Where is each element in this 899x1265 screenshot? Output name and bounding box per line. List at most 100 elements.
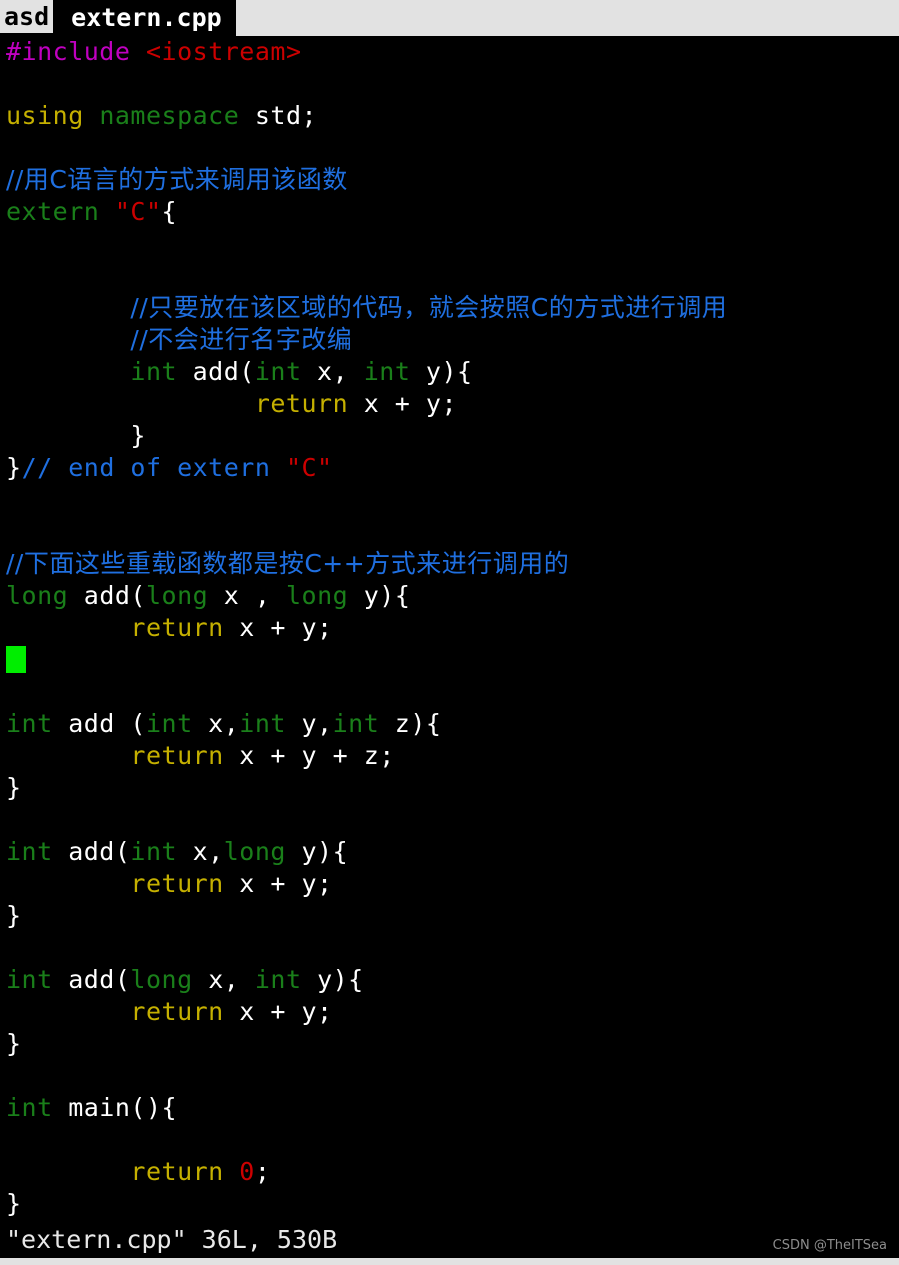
code-line[interactable]: int add(int x, int y){	[0, 356, 899, 388]
code-token: int	[239, 709, 286, 738]
code-line[interactable]: return 0;	[0, 1156, 899, 1188]
code-line[interactable]: int add(long x, int y){	[0, 964, 899, 996]
code-line[interactable]	[0, 1124, 899, 1156]
code-token: int	[6, 837, 53, 866]
tab-asd[interactable]: asd	[0, 0, 54, 36]
code-token: main(){	[52, 1093, 178, 1122]
code-token: }	[6, 901, 22, 930]
code-token: "C"	[114, 197, 162, 226]
code-token: add(	[177, 357, 255, 386]
code-line[interactable]	[0, 484, 899, 516]
code-line[interactable]: //只要放在该区域的代码，就会按照C的方式进行调用	[0, 292, 899, 324]
code-token: x + y;	[223, 997, 333, 1026]
code-line[interactable]: }	[0, 900, 899, 932]
code-token: // end of extern	[21, 453, 286, 482]
code-token: y){	[348, 581, 411, 610]
code-token: x,	[301, 357, 364, 386]
bottom-edge-strip	[0, 1258, 899, 1265]
code-token: y,	[285, 709, 333, 738]
tabline[interactable]: asd extern.cpp	[0, 0, 899, 36]
code-token: int	[254, 357, 302, 386]
code-token: }	[6, 773, 22, 802]
code-line[interactable]: int add(int x,long y){	[0, 836, 899, 868]
code-line[interactable]: return x + y;	[0, 612, 899, 644]
tabline-filler	[235, 0, 899, 36]
code-token: return	[130, 869, 224, 898]
code-line[interactable]: }	[0, 644, 899, 676]
code-token: x ,	[208, 581, 286, 610]
code-token: add(	[68, 581, 146, 610]
code-line[interactable]: //用C语言的方式来调用该函数	[0, 164, 899, 196]
code-line[interactable]: }// end of extern "C"	[0, 452, 899, 484]
code-token: }	[6, 1029, 22, 1058]
code-token: int	[6, 1093, 53, 1122]
code-token: }	[6, 453, 22, 482]
code-token: <iostream>	[145, 37, 302, 66]
code-token: 0	[239, 1157, 255, 1186]
code-line[interactable]: int add (int x,int y,int z){	[0, 708, 899, 740]
code-token: int	[332, 709, 380, 738]
code-token: //用C语言的方式来调用该函数	[6, 165, 348, 194]
code-line[interactable]	[0, 804, 899, 836]
code-line[interactable]: }	[0, 1188, 899, 1220]
code-token: return	[130, 613, 224, 642]
code-token: //只要放在该区域的代码，就会按照C的方式进行调用	[130, 293, 728, 322]
code-token: x,	[192, 965, 255, 994]
code-line[interactable]	[0, 516, 899, 548]
code-line[interactable]	[0, 132, 899, 164]
code-token: namespace	[99, 101, 240, 130]
code-line[interactable]	[0, 676, 899, 708]
code-line[interactable]: using namespace std;	[0, 100, 899, 132]
status-line: "extern.cpp" 36L, 530B	[0, 1222, 899, 1258]
code-line[interactable]: }	[0, 772, 899, 804]
code-token: add (	[52, 709, 146, 738]
code-line[interactable]	[0, 932, 899, 964]
code-token: }	[6, 421, 146, 450]
code-line[interactable]	[0, 228, 899, 260]
code-line[interactable]: }	[0, 1028, 899, 1060]
code-token: {	[161, 197, 178, 226]
code-token: }	[6, 1189, 22, 1218]
code-token: extern	[6, 197, 100, 226]
code-token: int	[254, 965, 302, 994]
code-token: y){	[285, 837, 349, 866]
code-line[interactable]: extern "C"{	[0, 196, 899, 228]
code-line[interactable]: return x + y;	[0, 388, 899, 420]
code-line[interactable]: return x + y;	[0, 868, 899, 900]
code-token: x + y;	[223, 869, 333, 898]
code-line[interactable]: //下面这些重载函数都是按C++方式来进行调用的	[0, 548, 899, 580]
code-line[interactable]: return x + y;	[0, 996, 899, 1028]
code-line[interactable]	[0, 260, 899, 292]
code-token: int	[145, 709, 193, 738]
code-token: add(	[52, 837, 131, 866]
code-line[interactable]: //不会进行名字改编	[0, 324, 899, 356]
code-line[interactable]	[0, 68, 899, 100]
code-token: x + y;	[223, 613, 333, 642]
code-line[interactable]: long add(long x , long y){	[0, 580, 899, 612]
text-buffer[interactable]: #include <iostream> using namespace std;…	[0, 36, 899, 1250]
code-token: int	[130, 357, 178, 386]
code-line[interactable]: #include <iostream>	[0, 36, 899, 68]
code-line[interactable]: int main(){	[0, 1092, 899, 1124]
code-token: int	[6, 965, 53, 994]
code-token: int	[6, 709, 53, 738]
tab-extern-cpp[interactable]: extern.cpp	[53, 0, 236, 36]
code-token: #include	[6, 37, 131, 66]
code-token: add(	[52, 965, 131, 994]
code-token: long	[223, 837, 286, 866]
code-token: //下面这些重载函数都是按C++方式来进行调用的	[6, 549, 570, 578]
code-line[interactable]: }	[0, 420, 899, 452]
code-token: return	[130, 997, 224, 1026]
code-token: long	[145, 581, 209, 610]
code-token: int	[130, 837, 178, 866]
code-token: //不会进行名字改编	[130, 325, 353, 354]
code-line[interactable]: return x + y + z;	[0, 740, 899, 772]
code-line[interactable]	[0, 1060, 899, 1092]
